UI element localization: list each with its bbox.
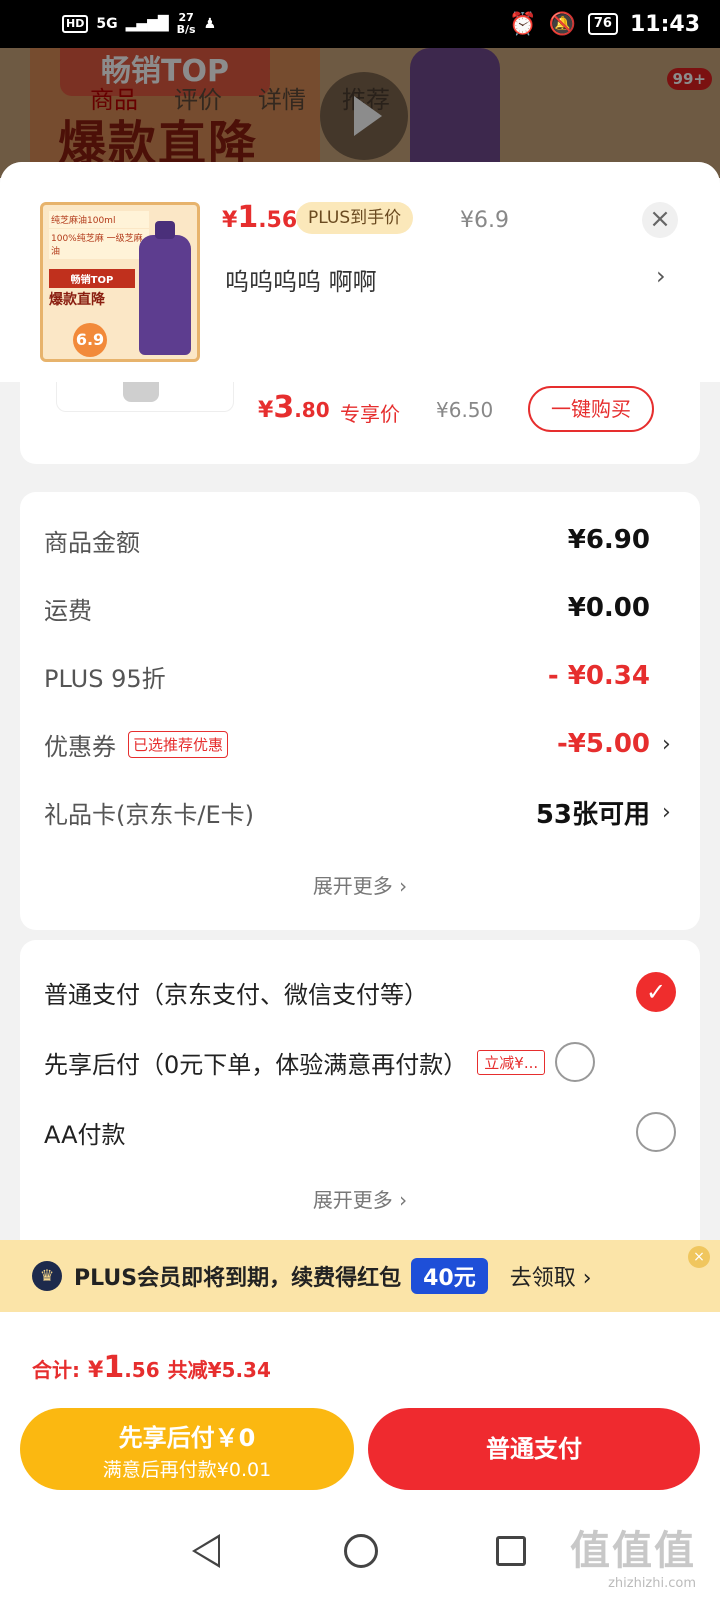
payment-option-pay-later[interactable]: 先享后付（0元下单，体验满意再付款） 立减¥... [44, 1040, 676, 1084]
excl-integer: 3 [273, 390, 295, 425]
status-left: HD 5G ▂▄▆█ 27 B/s ♟ [62, 12, 216, 36]
signal-label: 5G [96, 16, 118, 32]
original-price: ¥6.9 [460, 208, 509, 233]
total-integer: 1 [103, 1350, 125, 1385]
modal-overlay[interactable] [0, 48, 720, 178]
payment-method-card: 普通支付（京东支付、微信支付等） ✓ 先享后付（0元下单，体验满意再付款） 立减… [20, 940, 700, 1260]
status-right: ⏰ 🔕 76 11:43 [509, 12, 700, 37]
summary-label: PLUS 95折 [44, 664, 166, 693]
summary-value: -¥5.00 [556, 729, 650, 759]
plus-price: ¥1.56 [222, 200, 297, 235]
system-nav-bar: 值值值 zhizhizhi.com [0, 1500, 720, 1600]
coupon-tag: 已选推荐优惠 [128, 730, 229, 758]
summary-value: ¥6.90 [567, 525, 650, 555]
thumb-price-badge: 6.9 [73, 323, 107, 357]
normal-pay-button[interactable]: 普通支付 [368, 1408, 700, 1490]
plus-renewal-banner[interactable]: ♛ PLUS会员即将到期，续费得红包 40元 去领取 › × [0, 1240, 720, 1312]
total-currency: ¥ [88, 1358, 104, 1383]
summary-row-shipping: 运费 ¥0.00 [44, 588, 676, 628]
price-decimal: .56 [258, 208, 298, 233]
payment-option-label: 先享后付（0元下单，体验满意再付款） [44, 1050, 468, 1079]
red-packet-amount: 40元 [411, 1258, 488, 1294]
product-spec[interactable]: 呜呜呜呜 啊啊 [225, 262, 377, 297]
exclusive-tag: 专享价 [340, 402, 400, 426]
product-header: 纯芝麻油100ml 100%纯芝麻 一级芝麻油 畅销TOP 爆款直降 6.9 ¥… [0, 162, 720, 382]
total-label: 合计: [32, 1358, 80, 1382]
recent-apps-icon[interactable] [496, 1536, 526, 1566]
summary-row-gift-card[interactable]: 礼品卡(京东卡/E卡) 53张可用 › [44, 792, 676, 832]
summary-value: 53张可用 [535, 799, 650, 830]
chevron-right-icon: › [662, 731, 671, 757]
speed-unit: B/s [176, 23, 196, 36]
offer-product-image [56, 382, 234, 412]
crown-icon: ♛ [32, 1261, 62, 1291]
summary-row-coupon[interactable]: 优惠券 已选推荐优惠 -¥5.00 › [44, 724, 676, 764]
qq-icon: ♟ [203, 16, 217, 32]
thumb-label: 纯芝麻油100ml [49, 211, 149, 228]
radio-icon[interactable] [636, 1112, 676, 1152]
pay-later-button[interactable]: 先享后付￥0 满意后再付款¥0.01 [20, 1408, 354, 1490]
close-icon[interactable]: × [642, 202, 678, 238]
plus-price-tag: PLUS到手价 [296, 202, 414, 234]
expand-more-payment[interactable]: 展开更多 › [20, 1184, 700, 1213]
pay-later-title: 先享后付￥0 [118, 1424, 256, 1452]
total-decimal: .56 [124, 1358, 160, 1382]
oil-bottle-image [139, 221, 191, 355]
discount-tag: 立减¥... [477, 1049, 546, 1075]
order-total: 合计: ¥ 1 .56 共减¥5.34 [32, 1350, 271, 1385]
back-icon[interactable] [190, 1534, 220, 1568]
summary-label: 礼品卡(京东卡/E卡) [44, 800, 254, 829]
summary-value: ¥0.00 [567, 593, 650, 623]
claim-link[interactable]: 去领取 › [510, 1260, 592, 1292]
thumb-slogan: 100%纯芝麻 一级芝麻油 [49, 229, 149, 259]
product-thumbnail[interactable]: 纯芝麻油100ml 100%纯芝麻 一级芝麻油 畅销TOP 爆款直降 6.9 [40, 202, 200, 362]
home-icon[interactable] [344, 1534, 378, 1568]
chevron-right-icon: › [662, 799, 671, 825]
thumb-big-label: 爆款直降 [49, 292, 105, 308]
watermark-url: zhizhizhi.com [608, 1576, 696, 1591]
chevron-right-icon[interactable]: › [656, 262, 666, 290]
exclusive-offer-card: ¥3.80 专享价 ¥6.50 一键购买 [20, 382, 700, 464]
summary-label: 优惠券 [44, 732, 116, 761]
watermark: 值值值 zhizhizhi.com [570, 1518, 696, 1591]
status-bar: HD 5G ▂▄▆█ 27 B/s ♟ ⏰ 🔕 76 11:43 [0, 0, 720, 48]
payment-option-label: AA付款 [44, 1120, 126, 1149]
payment-option-label: 普通支付（京东支付、微信支付等） [44, 980, 428, 1009]
clock: 11:43 [629, 11, 700, 37]
total-saved: 共减¥5.34 [167, 1358, 271, 1382]
checkout-sheet: 纯芝麻油100ml 100%纯芝麻 一级芝麻油 畅销TOP 爆款直降 6.9 ¥… [0, 162, 720, 1600]
mute-bell-icon: 🔕 [548, 11, 576, 37]
one-click-buy-button[interactable]: 一键购买 [528, 386, 654, 432]
pay-later-subtitle: 满意后再付款¥0.01 [102, 1459, 272, 1481]
close-icon[interactable]: × [688, 1246, 710, 1268]
price-currency: ¥ [222, 208, 238, 233]
excl-decimal: .80 [294, 398, 330, 422]
summary-row-plus-discount: PLUS 95折 - ¥0.34 [44, 656, 676, 696]
summary-label: 运费 [44, 596, 92, 625]
watermark-logo: 值值值 [570, 1528, 696, 1574]
exclusive-original-price: ¥6.50 [436, 398, 494, 422]
summary-row-goods: 商品金额 ¥6.90 [44, 520, 676, 560]
summary-label: 商品金额 [44, 528, 140, 557]
network-speed: 27 B/s [177, 12, 196, 36]
thumb-tag: 畅销TOP [49, 269, 135, 288]
payment-option-aa[interactable]: AA付款 [44, 1110, 676, 1154]
exclusive-price: ¥3.80 [258, 390, 330, 425]
expand-more-summary[interactable]: 展开更多 › [20, 870, 700, 899]
excl-currency: ¥ [258, 398, 274, 423]
payment-option-normal[interactable]: 普通支付（京东支付、微信支付等） ✓ [44, 970, 676, 1014]
summary-value: - ¥0.34 [547, 661, 650, 691]
radio-checked-icon[interactable]: ✓ [636, 972, 676, 1012]
alarm-icon: ⏰ [509, 11, 537, 37]
radio-icon[interactable] [555, 1042, 596, 1082]
battery-icon: 76 [587, 13, 618, 35]
price-integer: 1 [237, 200, 259, 235]
hd-icon: HD [62, 15, 89, 33]
plus-banner-text: PLUS会员即将到期，续费得红包 [74, 1266, 402, 1291]
signal-bars-icon: ▂▄▆█ [125, 16, 169, 32]
order-summary-card: 商品金额 ¥6.90 运费 ¥0.00 PLUS 95折 - ¥0.34 优惠券… [20, 492, 700, 930]
